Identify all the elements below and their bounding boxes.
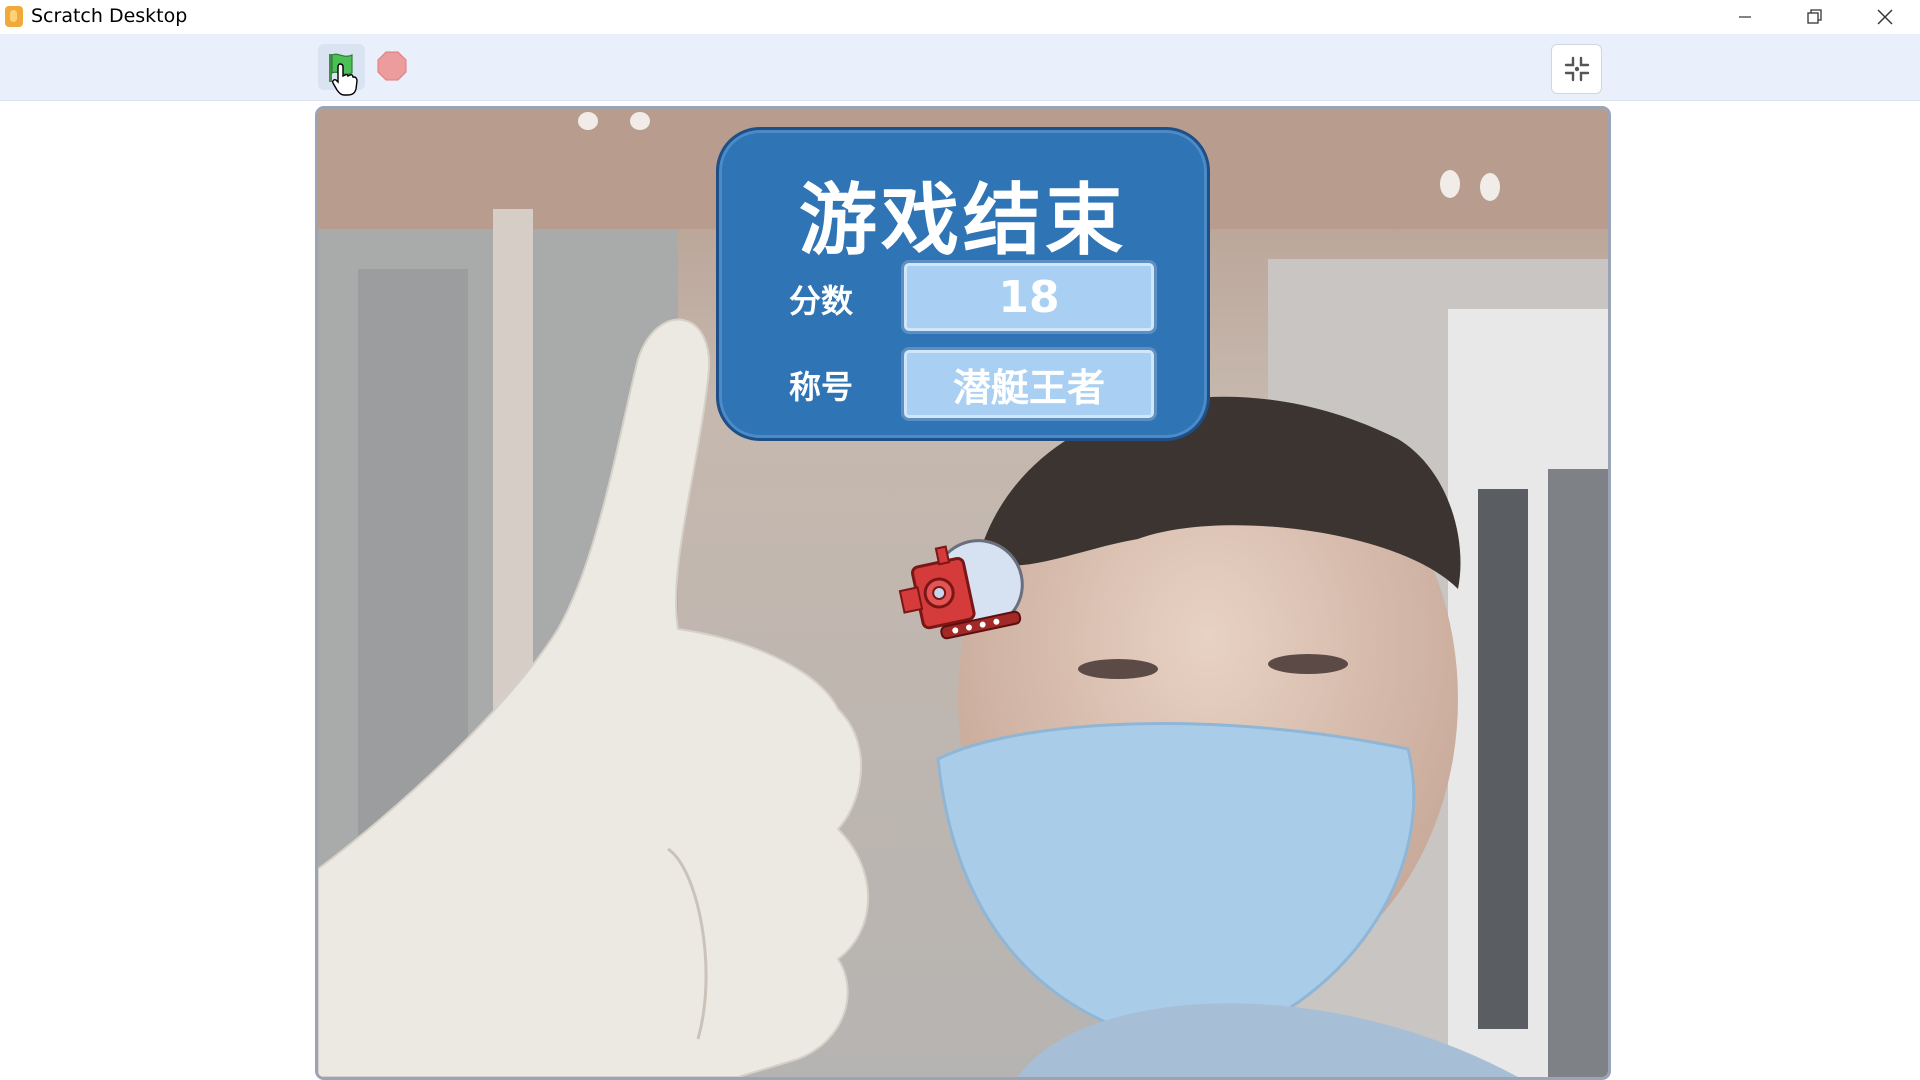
rank-label: 称号 bbox=[789, 368, 854, 406]
stop-icon bbox=[377, 51, 407, 81]
exit-fullscreen-button[interactable] bbox=[1551, 44, 1602, 94]
hand-cursor-icon bbox=[332, 63, 358, 96]
scratch-app-icon bbox=[5, 6, 23, 27]
submarine-sprite[interactable] bbox=[898, 529, 1038, 659]
stage-toolbar bbox=[0, 34, 1920, 101]
rank-value: 潜艇王者 bbox=[901, 347, 1157, 421]
stop-button[interactable] bbox=[375, 49, 409, 83]
restore-button[interactable] bbox=[1780, 0, 1850, 34]
close-button[interactable] bbox=[1850, 0, 1920, 34]
window-title-bar: Scratch Desktop bbox=[0, 0, 1920, 34]
game-over-title: 游戏结束 bbox=[798, 176, 1127, 266]
minimize-button[interactable] bbox=[1710, 0, 1780, 34]
window-title: Scratch Desktop bbox=[31, 5, 188, 27]
stage[interactable]: 游戏结束 分数 18 称号 潜艇王者 bbox=[315, 106, 1611, 1080]
close-icon bbox=[1877, 9, 1893, 25]
score-label: 分数 bbox=[789, 282, 854, 320]
score-value: 18 bbox=[901, 260, 1157, 334]
exit-fullscreen-icon bbox=[1564, 56, 1589, 82]
minimize-icon bbox=[1739, 16, 1751, 18]
game-over-panel: 游戏结束 分数 18 称号 潜艇王者 bbox=[716, 127, 1210, 441]
restore-icon bbox=[1807, 9, 1822, 24]
